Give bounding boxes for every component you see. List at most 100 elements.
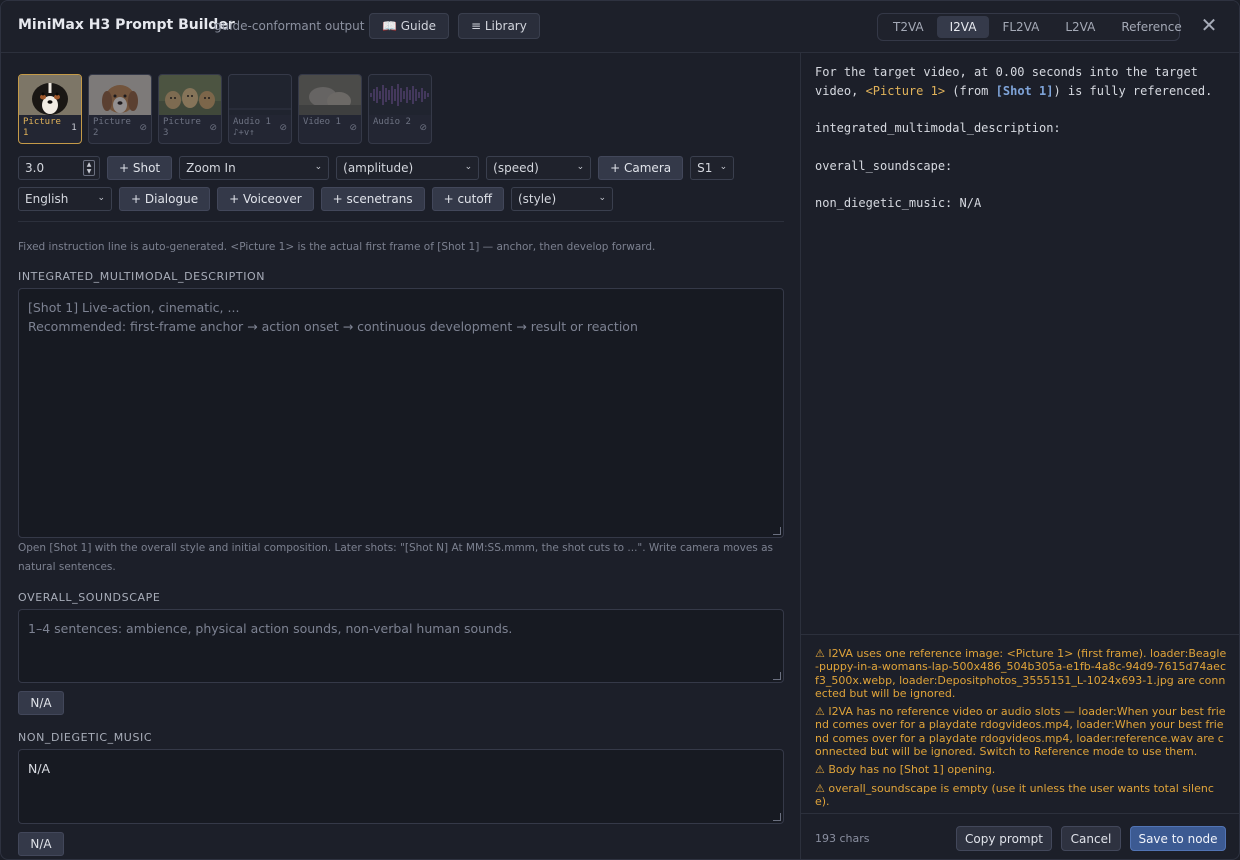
save-to-node-button[interactable]: Save to node [1130,826,1226,851]
shot-select[interactable]: S1 ⌄ [690,156,735,180]
mode-tabs: T2VA I2VA FL2VA L2VA Reference [877,13,1182,41]
prompt-builder-dialog: MiniMax H3 Prompt Builder guide-conforma… [0,0,1240,860]
chevron-down-icon: ⌄ [598,193,606,203]
puppies-group-image [159,75,221,115]
duration-value: 3.0 [25,161,45,175]
add-cutoff-button[interactable]: + cutoff [431,187,504,211]
preview-text: ) is fully referenced. [1053,83,1213,98]
media-thumb-audio-1[interactable]: Audio 1 ♪+v↑ ⊘ [228,74,292,144]
media-badge: ⊘ [209,123,217,133]
add-voiceover-button[interactable]: + Voiceover [217,187,314,211]
shot-ref: [Shot 1] [995,83,1054,98]
description-textarea[interactable]: [Shot 1] Live-action, cinematic, ... Rec… [18,288,784,538]
media-label: Picture 2 [93,117,131,138]
tab-reference[interactable]: Reference [1108,16,1194,38]
chevron-down-icon: ⌄ [314,162,323,172]
waveform-image [369,75,431,115]
warning-item: ⚠ overall_soundscape is empty (use it un… [815,781,1214,808]
cancel-button[interactable]: Cancel [1061,826,1121,851]
media-label: Video 1 [303,117,341,127]
dialog-title: MiniMax H3 Prompt Builder [18,17,235,33]
music-na-button[interactable]: N/A [18,832,64,856]
preview-line: integrated_multimodal_description: [815,121,1061,136]
soundscape-placeholder: 1–4 sentences: ambience, physical action… [28,621,513,636]
picture-ref: <Picture 1> [865,83,946,98]
speed-value: (speed) [493,161,539,175]
description-placeholder-line: Recommended: first-frame anchor → action… [28,319,638,334]
tab-l2va[interactable]: L2VA [1052,16,1108,38]
camera-move-value: Zoom In [186,161,236,175]
editor-pane: Picture 1 1 Picture 2 ⊘ Picture 3 ⊘ Audi… [1,53,801,859]
music-textarea[interactable]: N/A [18,749,784,824]
warning-item: ⚠ I2VA uses one reference image: <Pictur… [815,647,1227,700]
chevron-down-icon: ⌄ [97,193,105,203]
duration-input[interactable]: 3.0 ▲ ▼ [18,156,100,180]
copy-prompt-button[interactable]: Copy prompt [956,826,1052,851]
video-frame-image [299,75,361,115]
add-shot-button[interactable]: + Shot [107,156,173,180]
speed-select[interactable]: (speed) ⌄ [486,156,592,180]
music-value: N/A [28,761,51,776]
warnings-panel: ⚠ I2VA uses one reference image: <Pictur… [801,634,1239,814]
preview-pane: For the target video, at 0.00 seconds in… [801,53,1239,859]
soundscape-textarea[interactable]: 1–4 sentences: ambience, physical action… [18,609,784,683]
media-thumb-audio-2[interactable]: Audio 2 ⊘ [368,74,432,144]
shot-select-value: S1 [697,161,713,175]
add-dialogue-button[interactable]: + Dialogue [119,187,211,211]
media-label: Audio 1 ♪+v↑ [233,117,271,138]
dialog-header: MiniMax H3 Prompt Builder guide-conforma… [1,1,1239,53]
close-icon[interactable]: ✕ [1199,15,1219,35]
amplitude-value: (amplitude) [343,161,414,175]
media-label: Picture 1 [23,117,61,138]
preview-text: (from [945,83,996,98]
media-thumb-picture-2[interactable]: Picture 2 ⊘ [88,74,152,144]
media-label: Picture 3 [163,117,201,138]
media-label: Audio 2 [373,117,411,127]
media-badge: 1 [71,123,77,133]
description-placeholder-line: [Shot 1] Live-action, cinematic, ... [28,300,240,315]
tab-fl2va[interactable]: FL2VA [989,16,1052,38]
media-thumb-picture-1[interactable]: Picture 1 1 [18,74,82,144]
audio-placeholder-image [229,75,291,115]
media-badge: ⊘ [419,123,427,133]
instruction-hint: Fixed instruction line is auto-generated… [18,241,656,253]
tab-t2va[interactable]: T2VA [880,16,937,38]
prompt-preview: For the target video, at 0.00 seconds in… [815,63,1225,213]
warning-item: ⚠ Body has no [Shot 1] opening. [815,763,996,777]
style-select[interactable]: (style) ⌄ [510,187,613,211]
soundscape-title: OVERALL_SOUNDSCAPE [18,591,161,604]
media-badge: ⊘ [349,123,357,133]
language-value: English [25,192,69,206]
preview-line: overall_soundscape: [815,158,953,173]
resize-handle-icon[interactable] [773,527,781,535]
add-camera-button[interactable]: + Camera [598,156,684,180]
char-count: 193 chars [815,832,870,845]
bernese-dog-image [19,75,81,115]
music-title: NON_DIEGETIC_MUSIC [18,731,153,744]
library-button[interactable]: ≡ Library [458,13,540,39]
media-thumb-video-1[interactable]: Video 1 ⊘ [298,74,362,144]
chevron-down-icon: ⌄ [464,162,473,172]
tab-i2va[interactable]: I2VA [936,16,990,38]
camera-move-select[interactable]: Zoom In ⌄ [179,156,330,180]
description-title: INTEGRATED_MULTIMODAL_DESCRIPTION [18,270,266,283]
dialog-footer: 193 chars Copy prompt Cancel Save to nod… [801,813,1239,859]
style-value: (style) [517,192,557,206]
media-badge: ⊘ [279,123,287,133]
media-thumb-picture-3[interactable]: Picture 3 ⊘ [158,74,222,144]
resize-handle-icon[interactable] [773,813,781,821]
dialog-subtitle: guide-conformant output [214,19,365,33]
resize-handle-icon[interactable] [773,672,781,680]
beagle-image [89,75,151,115]
warning-item: ⚠ I2VA has no reference video or audio s… [815,705,1226,759]
dialogue-row: English ⌄ + Dialogue + Voiceover + scene… [18,187,613,211]
soundscape-na-button[interactable]: N/A [18,691,64,715]
add-scenetrans-button[interactable]: + scenetrans [320,187,425,211]
language-select[interactable]: English ⌄ [18,187,112,211]
stepper-icon[interactable]: ▲ ▼ [83,160,95,176]
description-help: Open [Shot 1] with the overall style and… [18,542,773,573]
amplitude-select[interactable]: (amplitude) ⌄ [336,156,480,180]
preview-line: non_diegetic_music: N/A [815,195,982,210]
chevron-down-icon: ⌄ [719,162,728,172]
guide-button[interactable]: 📖 Guide [369,13,449,39]
